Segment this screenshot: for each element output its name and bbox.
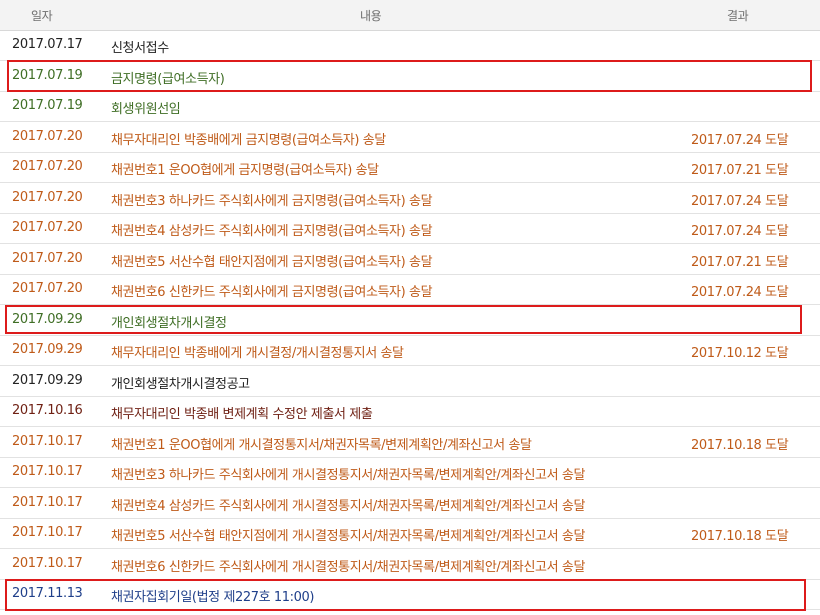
table-row: 2017.07.20 채권번호6 신한카드 주식회사에게 금지명령(급여소득자) … xyxy=(0,275,820,305)
table-row: 2017.11.13 채권자집회기일(법정 제227호 11:00) xyxy=(0,580,820,610)
row-result: 2017.10.18 도달 xyxy=(691,529,789,544)
row-date: 2017.10.17 xyxy=(12,464,83,479)
row-content: 채권번호6 신한카드 주식회사에게 개시결정통지서/채권자목록/변제계획안/계좌… xyxy=(111,560,586,575)
row-content: 채권번호5 서산수협 태안지점에게 개시결정통지서/채권자목록/변제계획안/계좌… xyxy=(111,529,586,544)
row-date: 2017.10.17 xyxy=(12,556,83,571)
header-result: 결과 xyxy=(727,9,749,23)
row-content: 채무자대리인 박종배 변제계획 수정안 제출서 제출 xyxy=(111,407,373,422)
table-row: 2017.09.29 개인회생절차개시결정공고 xyxy=(0,367,820,397)
row-content: 채권번호6 신한카드 주식회사에게 금지명령(급여소득자) 송달 xyxy=(111,285,433,300)
row-content: 회생위원선임 xyxy=(111,102,181,117)
row-result: 2017.10.12 도달 xyxy=(691,346,789,361)
row-content: 채권자집회기일(법정 제227호 11:00) xyxy=(111,590,315,605)
row-content: 채무자대리인 박종배에게 개시결정/개시결정통지서 송달 xyxy=(111,346,404,361)
table-row: 2017.07.17 신청서접수 xyxy=(0,31,820,61)
row-date: 2017.07.20 xyxy=(12,251,83,266)
table-row: 2017.07.20 채권번호1 운OO협에게 금지명령(급여소득자) 송달 201… xyxy=(0,153,820,183)
row-content: 금지명령(급여소득자) xyxy=(111,72,225,87)
row-date: 2017.07.20 xyxy=(12,190,83,205)
row-result: 2017.10.18 도달 xyxy=(691,438,789,453)
table-row: 2017.07.20 채무자대리인 박종배에게 금지명령(급여소득자) 송달 201… xyxy=(0,123,820,153)
row-date: 2017.09.29 xyxy=(12,312,83,327)
row-date: 2017.09.29 xyxy=(12,342,83,357)
table-row: 2017.10.17 채권번호4 삼성카드 주식회사에게 개시결정통지서/채권자목… xyxy=(0,489,820,519)
row-date: 2017.07.17 xyxy=(12,37,83,52)
row-content: 개인회생절차개시결정 xyxy=(111,316,227,331)
row-content: 채권번호1 운OO협에게 개시결정통지서/채권자목록/변제계획안/계좌신고서 송… xyxy=(111,438,532,453)
table-row: 2017.10.17 채권번호3 하나카드 주식회사에게 개시결정통지서/채권자목… xyxy=(0,458,820,488)
table-row: 2017.07.20 채권번호3 하나카드 주식회사에게 금지명령(급여소득자) … xyxy=(0,184,820,214)
row-result: 2017.07.21 도달 xyxy=(691,255,789,270)
row-date: 2017.07.20 xyxy=(12,159,83,174)
row-result: 2017.07.24 도달 xyxy=(691,285,789,300)
row-date: 2017.10.17 xyxy=(12,434,83,449)
table-row: 2017.07.20 채권번호4 삼성카드 주식회사에게 금지명령(급여소득자) … xyxy=(0,214,820,244)
row-result: 2017.07.24 도달 xyxy=(691,194,789,209)
row-content: 채권번호5 서산수협 태안지점에게 금지명령(급여소득자) 송달 xyxy=(111,255,433,270)
header-date: 일자 xyxy=(31,9,53,23)
row-content: 채무자대리인 박종배에게 금지명령(급여소득자) 송달 xyxy=(111,133,386,148)
table-header: 일자 내용 결과 xyxy=(0,0,820,31)
row-date: 2017.11.13 xyxy=(12,586,83,601)
header-content: 내용 xyxy=(360,9,382,23)
row-result: 2017.07.24 도달 xyxy=(691,133,789,148)
row-content: 신청서접수 xyxy=(111,41,169,56)
row-date: 2017.07.20 xyxy=(12,281,83,296)
table-row: 2017.09.29 개인회생절차개시결정 xyxy=(0,306,820,336)
table-row: 2017.07.20 채권번호5 서산수협 태안지점에게 금지명령(급여소득자) … xyxy=(0,245,820,275)
row-result: 2017.07.21 도달 xyxy=(691,163,789,178)
table-row: 2017.07.19 금지명령(급여소득자) xyxy=(0,62,820,92)
row-date: 2017.10.16 xyxy=(12,403,83,418)
row-date: 2017.07.19 xyxy=(12,68,83,83)
table-row: 2017.07.19 회생위원선임 xyxy=(0,92,820,122)
row-content: 채권번호3 하나카드 주식회사에게 금지명령(급여소득자) 송달 xyxy=(111,194,433,209)
row-content: 채권번호4 삼성카드 주식회사에게 개시결정통지서/채권자목록/변제계획안/계좌… xyxy=(111,499,586,514)
row-content: 채권번호4 삼성카드 주식회사에게 금지명령(급여소득자) 송달 xyxy=(111,224,433,239)
table-row: 2017.10.16 채무자대리인 박종배 변제계획 수정안 제출서 제출 xyxy=(0,397,820,427)
row-date: 2017.07.19 xyxy=(12,98,83,113)
row-date: 2017.07.20 xyxy=(12,129,83,144)
table-row: 2017.10.17 채권번호1 운OO협에게 개시결정통지서/채권자목록/변제계… xyxy=(0,428,820,458)
row-date: 2017.10.17 xyxy=(12,495,83,510)
row-result: 2017.07.24 도달 xyxy=(691,224,789,239)
row-content: 개인회생절차개시결정공고 xyxy=(111,377,250,392)
row-content: 채권번호1 운OO협에게 금지명령(급여소득자) 송달 xyxy=(111,163,379,178)
row-date: 2017.10.17 xyxy=(12,525,83,540)
row-date: 2017.09.29 xyxy=(12,373,83,388)
row-date: 2017.07.20 xyxy=(12,220,83,235)
table-row: 2017.10.17 채권번호6 신한카드 주식회사에게 개시결정통지서/채권자목… xyxy=(0,550,820,580)
table-row: 2017.09.29 채무자대리인 박종배에게 개시결정/개시결정통지서 송달 20… xyxy=(0,336,820,366)
table-row: 2017.10.17 채권번호5 서산수협 태안지점에게 개시결정통지서/채권자목… xyxy=(0,519,820,549)
row-content: 채권번호3 하나카드 주식회사에게 개시결정통지서/채권자목록/변제계획안/계좌… xyxy=(111,468,586,483)
